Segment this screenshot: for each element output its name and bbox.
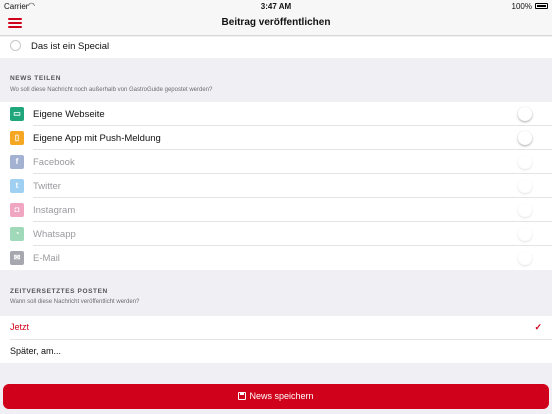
facebook-icon: f	[10, 155, 24, 169]
battery-percent: 100%	[511, 2, 532, 11]
special-row[interactable]: Das ist ein Special	[0, 37, 552, 58]
status-time: 3:47 AM	[260, 2, 292, 11]
share-toggle[interactable]	[518, 251, 532, 265]
share-section-header: NEWS TEILEN	[10, 75, 62, 82]
schedule-section-header: ZEITVERSETZTES POSTEN	[10, 288, 108, 295]
schedule-section-subheader: Wann soll diese Nachricht veröffentlicht…	[10, 299, 140, 305]
save-news-button[interactable]: News speichern	[3, 384, 549, 409]
schedule-option-later-label: Später, am...	[10, 346, 62, 356]
share-row-instagram[interactable]: ◘ Instagram	[0, 198, 552, 222]
share-toggle[interactable]	[518, 131, 532, 145]
share-toggle[interactable]	[518, 203, 532, 217]
share-row-label: Whatsapp	[33, 229, 76, 240]
share-toggle[interactable]	[518, 179, 532, 193]
share-section-subheader: Wo soll diese Nachricht noch außerhalb v…	[10, 87, 213, 93]
save-button-label: News speichern	[249, 391, 314, 401]
battery-icon	[535, 3, 548, 9]
share-row-label: Eigene Webseite	[33, 109, 105, 120]
share-row-twitter[interactable]: t Twitter	[0, 174, 552, 198]
share-row-eigene-webseite[interactable]: ▭ Eigene Webseite	[0, 102, 552, 126]
schedule-option-now-label: Jetzt	[10, 322, 30, 332]
navigation-bar: Beitrag veröffentlichen	[0, 12, 552, 36]
page-title: Beitrag veröffentlichen	[221, 17, 331, 28]
share-row-label: Twitter	[33, 181, 61, 192]
share-row-eigene-app-mit-push-meldung[interactable]: ▯ Eigene App mit Push-Meldung	[0, 126, 552, 150]
app-icon: ▯	[10, 131, 24, 145]
schedule-option-later[interactable]: Später, am...	[0, 340, 552, 363]
share-row-e-mail[interactable]: ✉ E-Mail	[0, 246, 552, 270]
save-icon	[238, 392, 247, 400]
share-row-label: E-Mail	[33, 253, 60, 264]
twitter-icon: t	[10, 179, 24, 193]
share-row-label: Instagram	[33, 205, 76, 216]
share-row-facebook[interactable]: f Facebook	[0, 150, 552, 174]
checkmark-icon: ✓	[534, 322, 542, 332]
schedule-option-now[interactable]: Jetzt ✓	[0, 316, 552, 339]
mail-icon: ✉	[10, 251, 24, 265]
monitor-icon: ▭	[10, 107, 24, 121]
share-toggle[interactable]	[518, 227, 532, 241]
schedule-options: Jetzt ✓ Später, am...	[0, 316, 552, 363]
share-toggle[interactable]	[518, 155, 532, 169]
share-toggle[interactable]	[518, 107, 532, 121]
share-row-whatsapp[interactable]: ◔ Whatsapp	[0, 222, 552, 246]
whatsapp-icon: ◔	[10, 227, 24, 241]
instagram-icon: ◘	[10, 203, 24, 217]
status-bar: Carrier ◠ 3:47 AM 100%	[0, 0, 552, 12]
special-label: Das ist ein Special	[31, 41, 110, 52]
share-row-label: Eigene App mit Push-Meldung	[33, 133, 161, 144]
share-row-label: Facebook	[33, 157, 75, 168]
special-radio[interactable]	[10, 40, 21, 51]
